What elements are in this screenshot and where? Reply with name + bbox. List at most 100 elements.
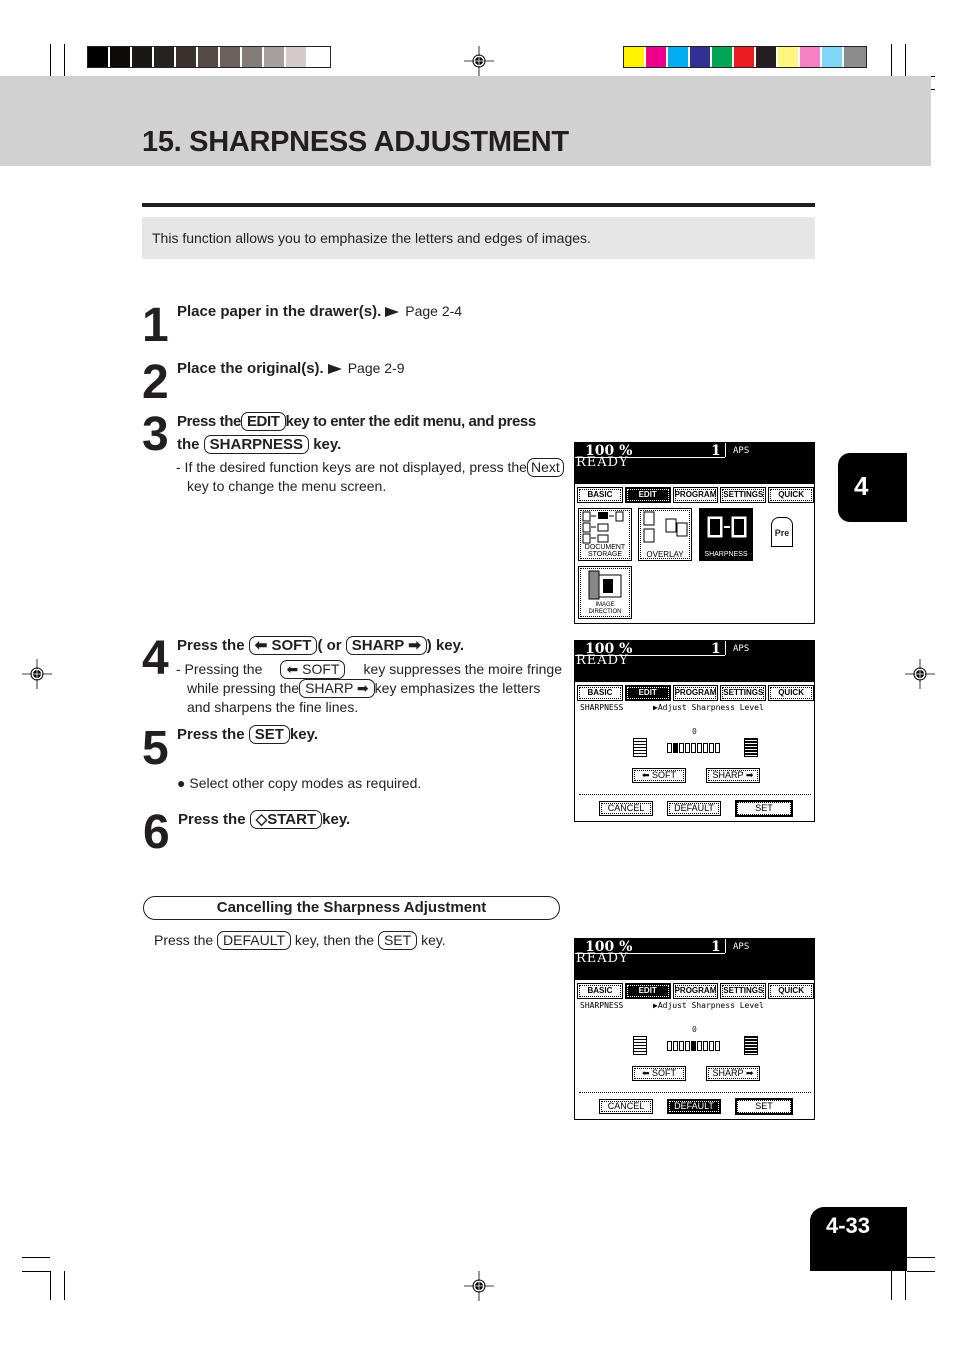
screen-prompt: ▶Adjust Sharpness Level [653, 1001, 764, 1010]
level-segment [703, 1041, 708, 1051]
crop-mark [64, 44, 65, 76]
step-text: key. [322, 811, 351, 828]
crop-mark [22, 1257, 50, 1258]
sharp-button[interactable]: SHARP ➡ [706, 768, 760, 783]
color-bar [623, 46, 867, 68]
step-5-text: Press the SET key. [177, 723, 318, 746]
intro-box: This function allows you to emphasize th… [142, 217, 815, 259]
tab-program[interactable]: PROGRAM [672, 983, 719, 999]
status-text: READY [576, 455, 629, 470]
document-storage-icon [582, 511, 624, 544]
set-key-label: SET [377, 931, 418, 950]
level-segment [679, 743, 684, 753]
level-segment [715, 743, 720, 753]
divider [142, 203, 815, 207]
level-segment [703, 743, 708, 753]
tab-settings[interactable]: SETTINGS [720, 983, 767, 999]
color-swatch [822, 47, 844, 67]
bullet-text: Select other copy modes as required. [189, 775, 422, 791]
default-button[interactable]: DEFAULT [667, 801, 721, 816]
sharpness-key[interactable]: SHARPNESS [699, 508, 753, 561]
gray-swatch [264, 47, 286, 67]
page-number: 4-33 [826, 1213, 871, 1238]
tab-basic[interactable]: BASIC [577, 685, 623, 701]
paper-mode: APS [733, 644, 750, 654]
screen-label: SHARPNESS [580, 703, 624, 712]
tab-settings[interactable]: SETTINGS [720, 685, 767, 701]
tab-quick[interactable]: QUICK [768, 487, 814, 503]
tab-basic[interactable]: BASIC [577, 487, 623, 503]
color-swatch [734, 47, 756, 67]
note-text: - If the desired function keys are not d… [176, 459, 527, 475]
cancel-button[interactable]: CANCEL [599, 1099, 653, 1114]
soft-button[interactable]: ⬅ SOFT [632, 1066, 686, 1081]
step-text: ( or [317, 637, 342, 654]
key-label: IMAGE DIRECTION [588, 602, 622, 615]
tab-program[interactable]: PROGRAM [672, 685, 719, 701]
chapter-number: 4 [854, 471, 869, 501]
sharpness-icon [707, 516, 747, 538]
tab-quick[interactable]: QUICK [768, 983, 814, 999]
intro-text: This function allows you to emphasize th… [152, 230, 591, 246]
sharpness-level-indicator [667, 1041, 720, 1051]
level-segment [667, 743, 672, 753]
key-label: SHARPNESS [704, 551, 748, 558]
set-button[interactable]: SET [735, 1098, 793, 1115]
status-text: READY [576, 951, 629, 966]
default-key-label: DEFAULT [217, 931, 292, 950]
set-button[interactable]: SET [735, 800, 793, 817]
step-1-text: Place paper in the drawer(s). Page 2-4 [177, 300, 462, 323]
page-ref-arrow-icon [327, 364, 342, 375]
zero-marker: 0 [692, 1025, 697, 1034]
soft-document-icon [633, 738, 647, 757]
tab-quick[interactable]: QUICK [768, 685, 814, 701]
tab-program[interactable]: PROGRAM [672, 487, 719, 503]
color-swatch [844, 47, 866, 67]
sharp-button[interactable]: SHARP ➡ [706, 1066, 760, 1081]
crop-mark [22, 1271, 50, 1272]
level-segment [697, 1041, 702, 1051]
divider [725, 939, 726, 953]
step-number: 6 [143, 806, 170, 859]
image-direction-key[interactable]: IMAGE DIRECTION [578, 566, 632, 619]
cancel-button[interactable]: CANCEL [599, 801, 653, 816]
start-key-label: ◇START [249, 810, 323, 829]
tab-edit[interactable]: EDIT [624, 487, 671, 503]
step-text: Press the [177, 413, 241, 430]
step-text: Press the [178, 811, 246, 828]
tab-basic[interactable]: BASIC [577, 983, 623, 999]
color-swatch [800, 47, 822, 67]
step-5-bullet: ● Select other copy modes as required. [177, 774, 421, 792]
default-button[interactable]: DEFAULT [667, 1099, 721, 1114]
crop-mark [891, 1271, 892, 1300]
gray-swatch [176, 47, 198, 67]
key-label: OVERLAY [646, 550, 684, 559]
sharpness-key-label: SHARPNESS [203, 435, 310, 454]
overlay-key[interactable]: OVERLAY [638, 508, 692, 561]
step-4-text: Press the ⬅ SOFT( or SHARP ➡) key. [177, 634, 464, 657]
step-number: 5 [142, 722, 169, 775]
level-segment [709, 1041, 714, 1051]
preset-icon[interactable]: Pre [771, 517, 793, 547]
chapter-tab: 4 [838, 453, 907, 522]
page-reference: Page 2-9 [347, 360, 405, 376]
section-title-cancelling: Cancelling the Sharpness Adjustment [143, 896, 560, 920]
level-segment [709, 743, 714, 753]
lcd-status-bar: 100 % 1 APS READY [575, 443, 814, 484]
screen-prompt: ▶Adjust Sharpness Level [653, 703, 764, 712]
crop-mark [907, 1257, 935, 1258]
level-segment [685, 743, 690, 753]
tab-edit[interactable]: EDIT [624, 685, 671, 701]
tab-edit[interactable]: EDIT [624, 983, 671, 999]
document-storage-key[interactable]: DOCUMENT STORAGE [578, 508, 632, 561]
color-swatch [646, 47, 668, 67]
level-segment [667, 1041, 672, 1051]
note-line: - Pressing the ⬅ SOFT key suppresses the m… [176, 660, 562, 679]
page-ref-arrow-icon [385, 307, 400, 318]
tab-settings[interactable]: SETTINGS [720, 487, 767, 503]
soft-button[interactable]: ⬅ SOFT [632, 768, 686, 783]
gray-swatch [286, 47, 308, 67]
crop-mark [64, 1271, 65, 1300]
sharp-document-icon [744, 738, 758, 757]
step-instruction: Place the original(s). [177, 360, 324, 377]
